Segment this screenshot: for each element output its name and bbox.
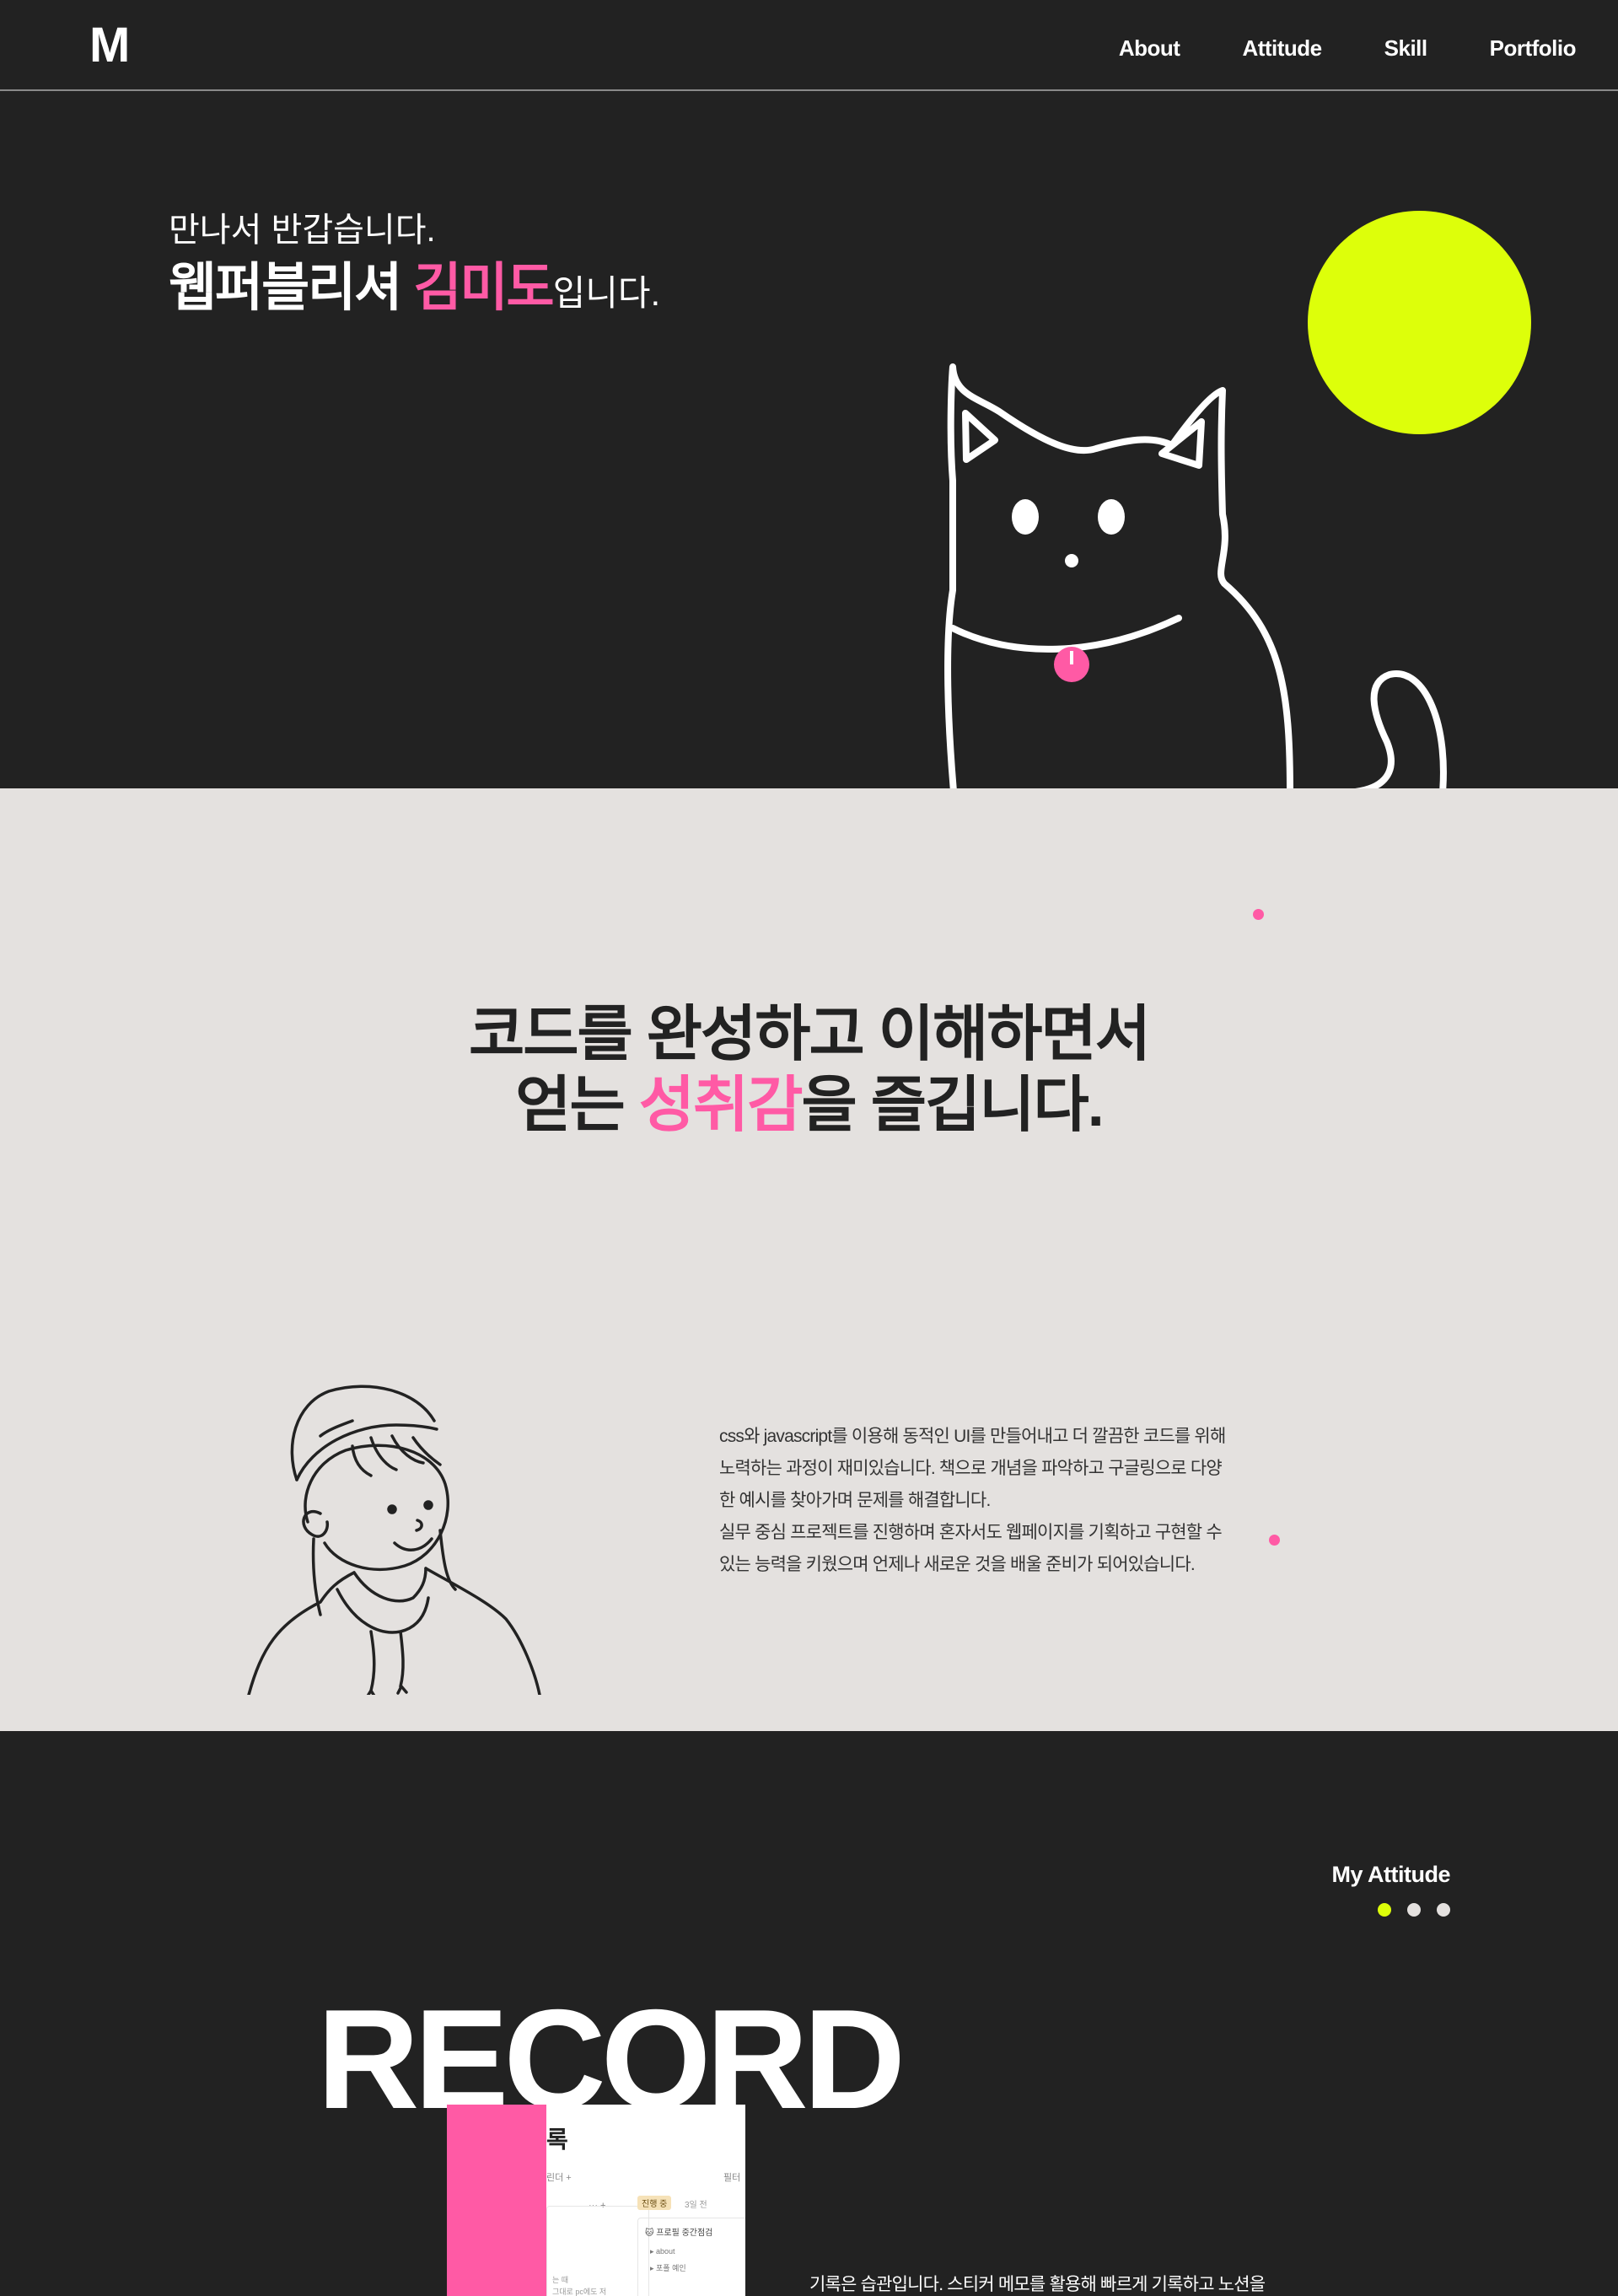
screenshot-item: ▸ 포폴 예인	[650, 2264, 686, 2272]
pagination-dot-1[interactable]	[1378, 1903, 1391, 1917]
pagination-dot-2[interactable]	[1407, 1903, 1421, 1917]
screenshot-title: 록	[546, 2127, 568, 2153]
screenshot-card-left: 는 때그대로 pc에도 저	[546, 2206, 649, 2296]
nav-link-skill[interactable]: Skill	[1384, 35, 1427, 62]
screenshot-subtitle: 린더 +	[546, 2173, 572, 2183]
cat-illustration-icon	[944, 363, 1447, 788]
pagination-dot-3[interactable]	[1437, 1903, 1450, 1917]
decor-pink-block	[447, 2105, 546, 2296]
screenshot-left-text: 는 때그대로 pc에도 저	[552, 2274, 606, 2296]
attitude-label: My Attitude	[1331, 1862, 1451, 1887]
hero-title-suffix: 입니다.	[552, 273, 661, 313]
nav-link-attitude[interactable]: Attitude	[1242, 35, 1322, 62]
screenshot-card-right: 🐱 프로필 중간점검 ▸ about ▸ 포폴 예인	[637, 2218, 745, 2296]
screenshot-left-text-2: 그대로 pc에도 저	[552, 2288, 607, 2296]
intro-headline-line2-prefix: 얻는	[515, 1072, 639, 1139]
nav-links: About Attitude Skill Portfolio	[1119, 35, 1577, 62]
screenshot-card-title: 🐱 프로필 중간점검	[645, 2229, 713, 2238]
screenshot-filter: 필터	[723, 2173, 741, 2183]
hero-title-prefix: 웹퍼블리셔	[169, 259, 414, 317]
hero-title: 웹퍼블리셔 김미도입니다.	[169, 245, 660, 320]
intro-headline-line2-suffix: 을 즐깁니다.	[801, 1072, 1105, 1139]
nav-link-portfolio[interactable]: Portfolio	[1490, 35, 1577, 62]
screenshot-left-text-1: 는 때	[552, 2276, 569, 2284]
decor-dot	[1253, 909, 1264, 920]
intro-paragraph-2: 실무 중심 프로젝트를 진행하며 혼자서도 웹페이지를 기획하고 구현할 수 있…	[719, 1523, 1223, 1574]
nav-link-about[interactable]: About	[1119, 35, 1180, 62]
intro-section: 코드를 완성하고 이해하면서 얻는 성취감을 즐깁니다. css와 javasc…	[0, 788, 1618, 1731]
screenshot-item: ▸ about	[650, 2247, 675, 2256]
attitude-pagination	[1378, 1903, 1450, 1917]
attitude-section: My Attitude RECORD 록 린더 + 필터 ··· + 는 때 그대…	[0, 1731, 1618, 2296]
intro-headline: 코드를 완성하고 이해하면서 얻는 성취감을 즐깁니다.	[0, 999, 1618, 1141]
intro-description: css와 javascript를 이용해 동적인 UI를 만들어내고 더 깔끔한…	[719, 1421, 1234, 1581]
attitude-description: 기록은 습관입니다. 스티커 메모를 활용해 빠르게 기록하고 노션을	[809, 2275, 1266, 2294]
site-logo[interactable]: M	[89, 17, 130, 73]
status-badge: 진행 중	[637, 2196, 672, 2210]
intro-headline-line1: 코드를 완성하고 이해하면서	[469, 1001, 1151, 1068]
decor-dot	[1269, 1535, 1280, 1546]
top-navigation: M About Attitude Skill Portfolio	[0, 0, 1618, 91]
screenshot-badge-time: 3일 전	[685, 2201, 707, 2210]
person-illustration-icon	[247, 1385, 541, 1695]
intro-headline-highlight: 성취감	[638, 1072, 804, 1139]
hero-name: 김미도	[413, 259, 554, 317]
intro-paragraph-1: css와 javascript를 이용해 동적인 UI를 만들어내고 더 깔끔한…	[719, 1427, 1226, 1510]
hero-section: 만나서 반갑습니다. 웹퍼블리셔 김미도입니다.	[0, 93, 1618, 788]
